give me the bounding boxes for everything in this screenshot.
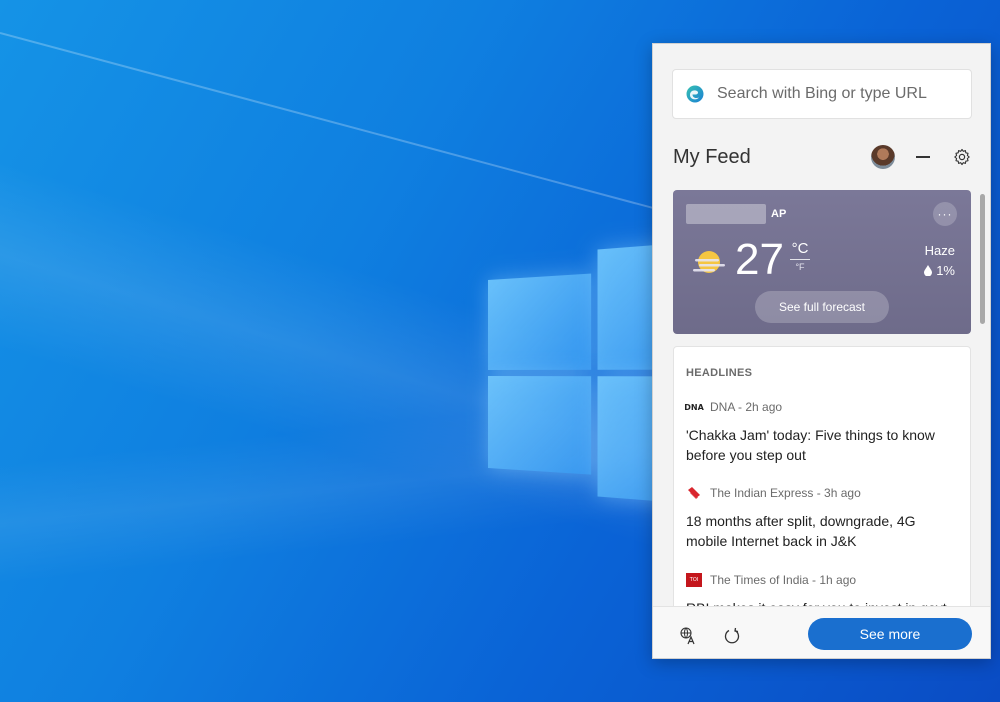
feed-title: My Feed <box>673 145 751 168</box>
news-article[interactable]: TOI The Times of India - 1h ago RBI make… <box>686 572 958 606</box>
refresh-icon[interactable] <box>723 627 741 645</box>
light-beam <box>0 32 735 231</box>
article-source-text: The Indian Express - 3h ago <box>710 486 861 500</box>
times-of-india-logo-icon: TOI <box>686 573 702 587</box>
news-feed-panel: Search with Bing or type URL My Feed AP … <box>652 43 991 659</box>
weather-more-button[interactable]: ··· <box>933 202 957 226</box>
article-title[interactable]: 18 months after split, downgrade, 4G mob… <box>686 511 958 551</box>
condition-text: Haze <box>924 243 955 258</box>
location-state: AP <box>771 208 787 220</box>
see-more-button[interactable]: See more <box>808 618 972 650</box>
temperature-units: °C °F <box>790 240 810 272</box>
windows-logo-pane <box>488 376 592 475</box>
search-box[interactable]: Search with Bing or type URL <box>672 69 972 119</box>
news-article[interactable]: DNA DNA - 2h ago 'Chakka Jam' today: Fiv… <box>684 399 958 465</box>
edge-icon <box>685 84 705 104</box>
panel-footer: See more <box>653 606 990 658</box>
dna-logo-icon: DNA <box>684 402 704 412</box>
headlines-card: HEADLINES DNA DNA - 2h ago 'Chakka Jam' … <box>673 346 971 606</box>
drop-icon <box>924 265 933 276</box>
avatar[interactable] <box>871 145 895 169</box>
precipitation: 1% <box>924 263 955 278</box>
precipitation-value: 1% <box>936 263 955 278</box>
minimize-icon[interactable] <box>915 149 931 165</box>
article-source-text: The Times of India - 1h ago <box>710 573 857 587</box>
feed-scrollbar[interactable] <box>980 194 985 324</box>
feed-scroll-area[interactable]: AP ··· 27 °C °F Haze 1% See full forecas… <box>653 188 992 606</box>
article-source: The Indian Express - 3h ago <box>686 485 958 501</box>
article-title[interactable]: 'Chakka Jam' today: Five things to know … <box>686 425 958 465</box>
temperature-value: 27 <box>735 235 784 284</box>
gear-icon[interactable] <box>953 148 971 166</box>
article-source-text: DNA - 2h ago <box>710 400 783 414</box>
location-name-redacted <box>686 204 766 224</box>
see-full-forecast-button[interactable]: See full forecast <box>755 291 889 323</box>
sun-icon <box>689 246 729 280</box>
unit-celsius-toggle[interactable]: °C <box>790 240 810 260</box>
search-input[interactable]: Search with Bing or type URL <box>717 85 927 103</box>
weather-card[interactable]: AP ··· 27 °C °F Haze 1% See full forecas… <box>673 190 971 334</box>
news-article[interactable]: The Indian Express - 3h ago 18 months af… <box>686 485 958 551</box>
windows-logo-pane <box>488 273 592 370</box>
weather-condition: Haze 1% <box>924 243 955 278</box>
article-source: DNA DNA - 2h ago <box>684 399 958 415</box>
indian-express-logo-icon <box>686 486 702 500</box>
unit-fahrenheit-toggle[interactable]: °F <box>790 260 810 272</box>
article-source: TOI The Times of India - 1h ago <box>686 572 958 588</box>
feed-header: My Feed <box>673 142 971 172</box>
language-icon[interactable] <box>679 627 697 645</box>
headlines-label: HEADLINES <box>686 367 753 379</box>
article-title[interactable]: RBI makes it easy for you to invest in g… <box>686 598 958 606</box>
